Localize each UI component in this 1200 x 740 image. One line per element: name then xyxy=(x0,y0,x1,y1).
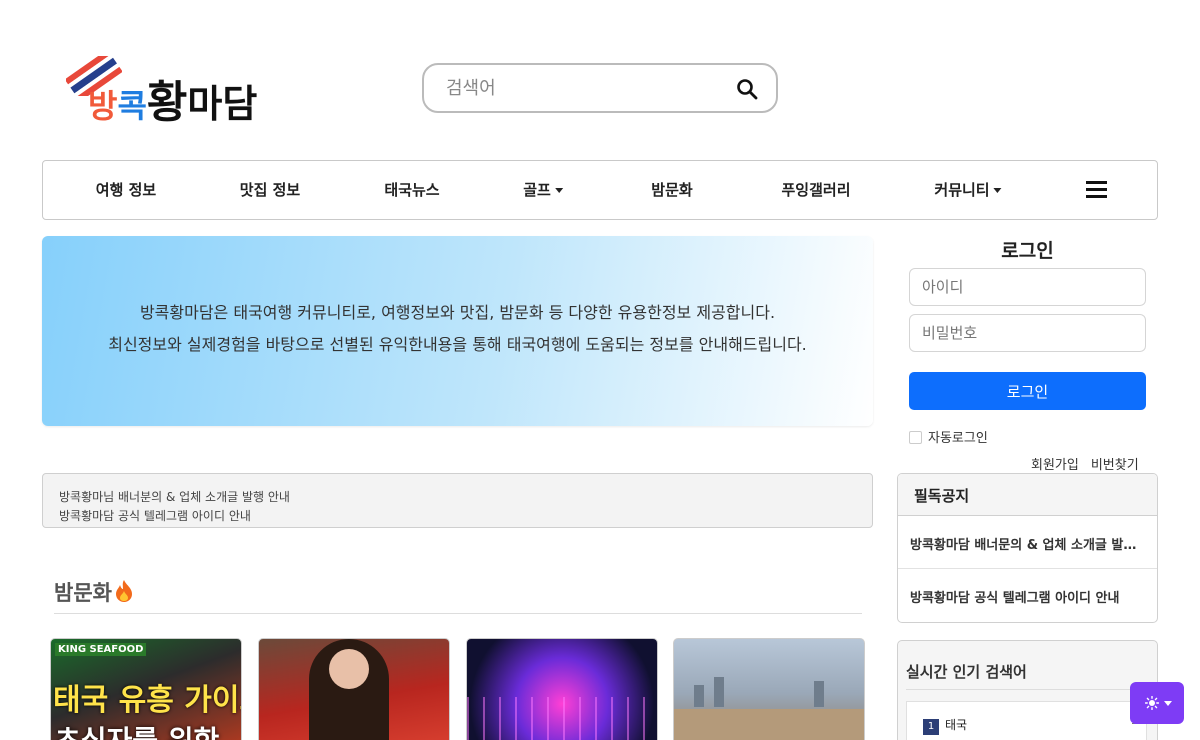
intro-banner: 방콕황마담은 태국여행 커뮤니티로, 여행정보와 맛집, 밤문화 등 다양한 유… xyxy=(42,236,873,426)
post-thumbnail[interactable] xyxy=(258,638,450,740)
nav-item-restaurants[interactable]: 맛집 정보 xyxy=(240,161,300,219)
auto-login-label: 자동로그인 xyxy=(928,431,988,446)
chevron-down-icon xyxy=(554,188,563,193)
sun-icon xyxy=(1145,696,1159,710)
fire-icon xyxy=(115,580,132,602)
nav-item-travel-info[interactable]: 여행 정보 xyxy=(96,161,156,219)
thumbnail-building xyxy=(694,685,704,707)
thumbnail-building xyxy=(814,681,824,707)
main-nav: 여행 정보 맛집 정보 태국뉴스 골프 밤문화 푸잉갤러리 커뮤니티 xyxy=(42,160,1158,220)
hamburger-icon[interactable] xyxy=(1086,181,1107,199)
notice-item[interactable]: 방콕황마담 배너문의 & 업체 소개글 발행 안내 xyxy=(898,516,1157,569)
post-thumbnail[interactable]: KING SEAFOOD 태국 유흥 가이드 초심자를 위한 xyxy=(50,638,242,740)
post-thumbnail[interactable] xyxy=(673,638,865,740)
find-password-link[interactable]: 비번찾기 xyxy=(1091,458,1139,473)
search-icon[interactable] xyxy=(736,78,758,100)
popular-search-divider xyxy=(906,689,1147,690)
notice-ticker: 방콕황마님 배너분의 & 업체 소개글 발행 안내 방콕황마담 공식 텔레그램 … xyxy=(42,473,873,528)
thumbnail-face xyxy=(329,649,369,689)
banner-line-2: 최신정보와 실제경험을 바탕으로 선별된 유익한내용을 통해 태국여행에 도움되… xyxy=(108,335,807,354)
signup-link[interactable]: 회원가입 xyxy=(1031,458,1079,473)
popular-search-card: 실시간 인기 검색어 1 태국 xyxy=(897,640,1158,740)
theme-toggle-button[interactable] xyxy=(1130,682,1184,724)
notice-item[interactable]: 방콕황마담 공식 텔레그램 아이디 안내 xyxy=(898,569,1157,622)
nav-item-community[interactable]: 커뮤니티 xyxy=(934,161,1002,219)
search-term: 태국 xyxy=(945,718,968,732)
auto-login: 자동로그인 xyxy=(909,427,988,446)
ticker-item[interactable]: 방콕황마담 공식 텔레그램 아이디 안내 xyxy=(59,507,251,524)
auto-login-checkbox[interactable] xyxy=(909,431,922,444)
section-divider xyxy=(54,613,862,614)
section-title: 밤문화 xyxy=(54,577,134,607)
ticker-item[interactable]: 방콕황마님 배너분의 & 업체 소개글 발행 안내 xyxy=(59,488,290,505)
chevron-down-icon xyxy=(993,188,1002,193)
password-field[interactable] xyxy=(909,314,1146,352)
username-field[interactable] xyxy=(909,268,1146,306)
thumbnail-lights xyxy=(467,697,657,740)
nav-item-nightlife[interactable]: 밤문화 xyxy=(651,161,692,219)
site-logo[interactable]: 방콕황마담 xyxy=(66,56,306,128)
nav-item-golf[interactable]: 골프 xyxy=(523,161,563,219)
search-input[interactable] xyxy=(446,75,716,101)
popular-search-item[interactable]: 1 태국 xyxy=(923,716,967,735)
chevron-down-icon xyxy=(1164,701,1172,706)
popular-search-list: 1 태국 xyxy=(906,701,1147,740)
notice-card: 필독공지 방콕황마담 배너문의 & 업체 소개글 발행 안내 방콕황마담 공식 … xyxy=(897,473,1158,623)
post-thumbnail[interactable] xyxy=(466,638,658,740)
banner-line-1: 방콕황마담은 태국여행 커뮤니티로, 여행정보와 맛집, 밤문화 등 다양한 유… xyxy=(139,303,776,322)
account-links: 회원가입 비번찾기 xyxy=(1031,454,1139,473)
thumbnail-tag: KING SEAFOOD xyxy=(55,643,147,656)
login-title: 로그인 xyxy=(1001,240,1054,262)
rank-badge: 1 xyxy=(923,719,939,735)
thumbnail-text: 태국 유흥 가이드 xyxy=(53,683,241,718)
nav-item-gallery[interactable]: 푸잉갤러리 xyxy=(781,161,850,219)
login-button[interactable]: 로그인 xyxy=(909,372,1146,410)
thumbnail-beach xyxy=(674,709,864,740)
popular-search-title: 실시간 인기 검색어 xyxy=(906,663,1027,681)
search-bar xyxy=(422,63,778,113)
notice-card-title: 필독공지 xyxy=(898,474,1157,516)
logo-text: 방콕황마담 xyxy=(88,77,258,128)
nav-item-thai-news[interactable]: 태국뉴스 xyxy=(384,161,439,219)
thumbnail-text: 초심자를 위한 xyxy=(55,719,219,740)
thumbnail-building xyxy=(714,677,724,707)
